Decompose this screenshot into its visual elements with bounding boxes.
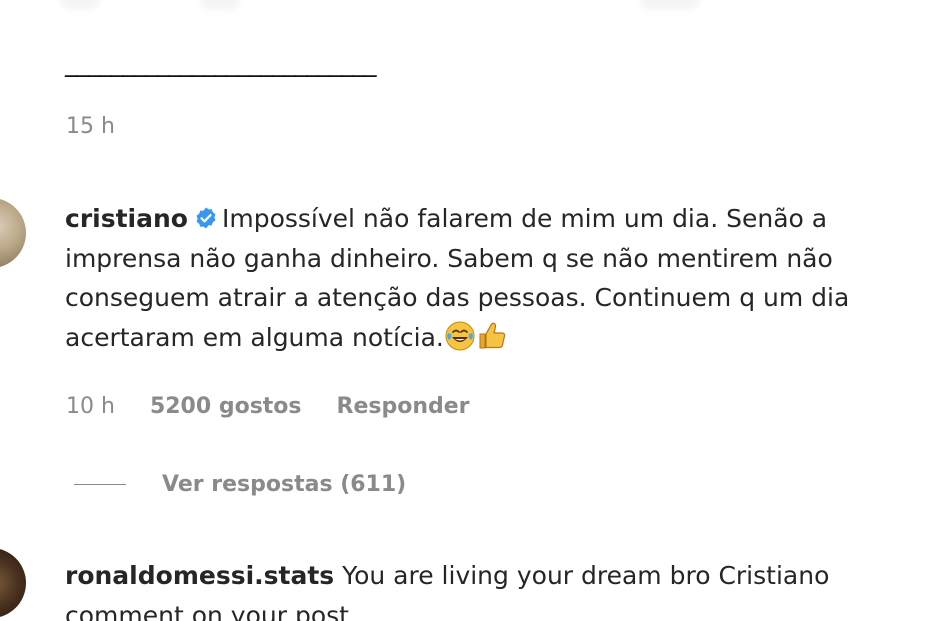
replies-divider-line xyxy=(74,484,126,485)
comment-text: You are living your dream bro Cristiano xyxy=(342,561,830,590)
comment-meta: 10 h 5200 gostos Responder xyxy=(66,394,498,419)
comments-panel: ___________________________ 15 h cristia… xyxy=(0,0,932,621)
comment-text-continued: comment on your post xyxy=(65,600,349,621)
comment-username[interactable]: cristiano xyxy=(65,204,188,233)
verified-badge-icon xyxy=(196,207,216,229)
reply-button[interactable]: Responder xyxy=(337,394,470,419)
previous-comment-timestamp: 15 h xyxy=(66,114,115,139)
previous-comment-text: ___________________________ xyxy=(65,48,376,77)
comment-timestamp: 10 h xyxy=(66,394,115,419)
avatar[interactable] xyxy=(0,198,26,268)
comment-body: cristiano Impossível não falarem de mim … xyxy=(65,199,925,357)
comment-username[interactable]: ronaldomessi.stats xyxy=(65,561,334,590)
view-replies-label[interactable]: Ver respostas (611) xyxy=(162,472,406,497)
cut-off-top-content xyxy=(60,0,760,12)
thumbs-up-icon xyxy=(479,322,506,348)
avatar[interactable] xyxy=(0,548,26,618)
likes-count[interactable]: 5200 gostos xyxy=(150,394,302,419)
view-replies-button[interactable]: Ver respostas (611) xyxy=(74,472,406,497)
face-with-tears-of-joy-icon xyxy=(445,321,475,350)
comment-body: ronaldomessi.stats You are living your d… xyxy=(65,556,925,621)
